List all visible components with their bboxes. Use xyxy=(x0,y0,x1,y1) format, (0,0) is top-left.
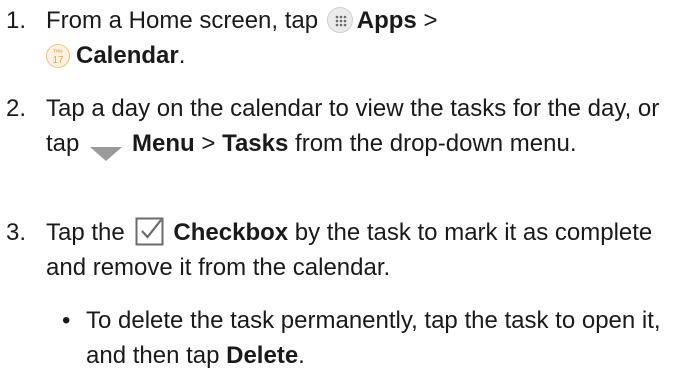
svg-text:THU: THU xyxy=(53,48,62,53)
step-1-text: From a Home screen, tap Apps > THU 17 Ca… xyxy=(46,6,438,69)
bullet-text: To delete the task permanently, tap the … xyxy=(86,307,661,369)
step-2-text: Tap a day on the calendar to view the ta… xyxy=(46,91,686,161)
step-text: Tap the xyxy=(46,219,125,246)
step-text: from the drop-down menu. xyxy=(295,130,577,157)
checkbox-icon xyxy=(135,216,165,246)
step-number: 2. xyxy=(6,95,27,122)
dropdown-triangle-icon xyxy=(90,136,123,161)
step-number: 3. xyxy=(6,219,27,246)
separator: > xyxy=(423,7,438,34)
checkbox-label: Checkbox xyxy=(173,219,289,246)
tasks-label: Tasks xyxy=(222,130,289,157)
separator: > xyxy=(201,130,216,157)
calendar-label: Calendar xyxy=(76,42,179,69)
delete-label: Delete xyxy=(226,342,299,369)
svg-text:17: 17 xyxy=(52,55,64,66)
bullet-marker: • xyxy=(62,307,71,334)
apps-label: Apps xyxy=(356,7,417,34)
bullet-text-body: To delete the task permanently, tap the … xyxy=(86,307,661,369)
step-text: From a Home screen, tap xyxy=(46,7,319,34)
calendar-icon: THU 17 xyxy=(46,43,70,68)
step-3-text: Tap the Checkbox by the task to mark it … xyxy=(46,215,686,285)
apps-grid-icon xyxy=(326,6,353,33)
step-number: 1. xyxy=(6,7,27,34)
menu-label: Menu xyxy=(132,130,195,157)
